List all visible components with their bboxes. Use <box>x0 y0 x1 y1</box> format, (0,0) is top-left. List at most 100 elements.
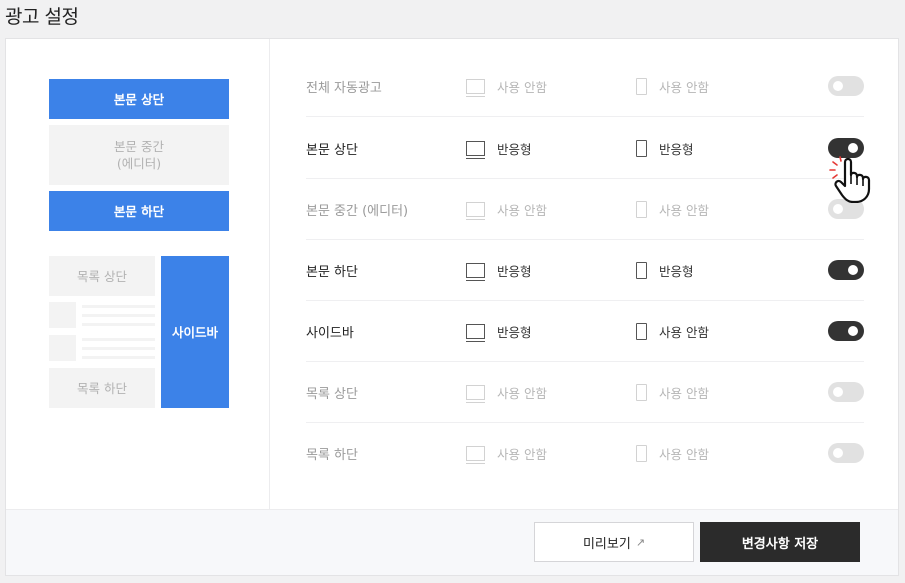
ad-toggle[interactable] <box>828 138 864 158</box>
preview-button[interactable]: 미리보기 ↗ <box>534 522 694 562</box>
monitor-icon <box>466 140 485 159</box>
monitor-icon <box>466 323 485 342</box>
preview-list-line <box>82 338 155 341</box>
ad-toggle[interactable] <box>828 382 864 402</box>
ad-toggle[interactable] <box>828 321 864 341</box>
mobile-setting-value: 사용 안함 <box>659 79 709 95</box>
preview-body-middle-sublabel: (에디터) <box>116 156 162 171</box>
phone-icon <box>636 139 647 157</box>
preview-body-middle-label: 본문 중간 <box>114 139 164 154</box>
mobile-setting[interactable]: 반응형 <box>636 240 694 300</box>
ad-row-name: 사이드바 <box>306 325 354 341</box>
preview-body-middle: 본문 중간 (에디터) <box>49 125 229 185</box>
toggle-knob <box>848 143 858 153</box>
toggle-knob <box>833 387 843 397</box>
preview-body-bottom-label: 본문 하단 <box>113 203 165 219</box>
pc-setting[interactable]: 사용 안함 <box>466 179 547 239</box>
mobile-setting[interactable]: 사용 안함 <box>636 179 709 239</box>
pc-setting-value: 반응형 <box>497 141 532 157</box>
ad-toggle[interactable] <box>828 443 864 463</box>
preview-list-top: 목록 상단 <box>49 256 155 296</box>
ad-row-list-bottom: 목록 하단 사용 안함 사용 안함 <box>306 423 864 484</box>
phone-icon <box>636 77 647 95</box>
mobile-setting[interactable]: 사용 안함 <box>636 423 709 483</box>
preview-list-bottom-label: 목록 하단 <box>77 380 127 396</box>
phone-icon <box>636 383 647 401</box>
mobile-setting[interactable]: 사용 안함 <box>636 362 709 422</box>
preview-body-bottom: 본문 하단 <box>49 191 229 231</box>
phone-icon <box>636 322 647 340</box>
preview-list-top-label: 목록 상단 <box>77 268 127 284</box>
mobile-setting[interactable]: 사용 안함 <box>636 56 709 116</box>
mobile-setting-value: 사용 안함 <box>659 202 709 218</box>
ad-row-body-bottom: 본문 하단 반응형 반응형 <box>306 240 864 301</box>
preview-list-thumb <box>49 302 76 328</box>
mobile-setting-value: 사용 안함 <box>659 385 709 401</box>
ad-toggle[interactable] <box>828 260 864 280</box>
phone-icon <box>636 200 647 218</box>
pc-setting-value: 사용 안함 <box>497 385 547 401</box>
ad-row-name: 목록 상단 <box>306 386 358 402</box>
preview-list-line <box>82 323 155 326</box>
ad-toggle[interactable] <box>828 76 864 96</box>
pc-setting[interactable]: 반응형 <box>466 240 532 300</box>
monitor-icon <box>466 384 485 403</box>
action-footer: 미리보기 ↗ 변경사항 저장 <box>6 509 898 575</box>
phone-icon <box>636 261 647 279</box>
pc-setting[interactable]: 반응형 <box>466 118 532 178</box>
toggle-knob <box>848 265 858 275</box>
ad-position-preview: 본문 상단 본문 중간 (에디터) 본문 하단 목록 상단 목록 하단 사이드바 <box>6 39 270 509</box>
monitor-icon <box>466 262 485 281</box>
page-title: 광고 설정 <box>5 6 79 28</box>
monitor-icon <box>466 445 485 464</box>
mobile-setting[interactable]: 반응형 <box>636 118 694 178</box>
mobile-setting-value: 사용 안함 <box>659 324 709 340</box>
pc-setting-value: 사용 안함 <box>497 202 547 218</box>
ad-row-name: 전체 자동광고 <box>306 80 382 96</box>
ad-row-body-middle: 본문 중간 (에디터) 사용 안함 사용 안함 <box>306 179 864 240</box>
toggle-knob <box>833 204 843 214</box>
pc-setting[interactable]: 반응형 <box>466 301 532 361</box>
preview-list-thumb <box>49 335 76 361</box>
preview-button-label: 미리보기 <box>582 536 631 552</box>
toggle-knob <box>848 326 858 336</box>
monitor-icon <box>466 78 485 97</box>
pc-setting-value: 사용 안함 <box>497 79 547 95</box>
ad-row-name: 본문 하단 <box>306 264 358 280</box>
toggle-knob <box>833 448 843 458</box>
ad-row-auto: 전체 자동광고 사용 안함 사용 안함 <box>306 56 864 117</box>
preview-list-line <box>82 356 155 359</box>
preview-list-line <box>82 305 155 308</box>
ad-row-sidebar: 사이드바 반응형 사용 안함 <box>306 301 864 362</box>
pc-setting-value: 사용 안함 <box>497 446 547 462</box>
preview-list-line <box>82 314 155 317</box>
pc-setting[interactable]: 사용 안함 <box>466 56 547 116</box>
ad-settings-panel: 본문 상단 본문 중간 (에디터) 본문 하단 목록 상단 목록 하단 사이드바… <box>5 38 899 576</box>
toggle-knob <box>833 81 843 91</box>
monitor-icon <box>466 201 485 220</box>
mobile-setting-value: 사용 안함 <box>659 446 709 462</box>
ad-row-body-top: 본문 상단 반응형 반응형 <box>306 118 864 179</box>
ad-row-name: 본문 중간 (에디터) <box>306 203 409 219</box>
mobile-setting-value: 반응형 <box>659 141 694 157</box>
ad-row-name: 목록 하단 <box>306 447 358 463</box>
mobile-setting[interactable]: 사용 안함 <box>636 301 709 361</box>
ad-row-list-top: 목록 상단 사용 안함 사용 안함 <box>306 362 864 423</box>
preview-list-bottom: 목록 하단 <box>49 368 155 408</box>
ad-toggle[interactable] <box>828 199 864 219</box>
save-changes-button[interactable]: 변경사항 저장 <box>700 522 860 562</box>
pc-setting[interactable]: 사용 안함 <box>466 423 547 483</box>
preview-list-line <box>82 347 155 350</box>
preview-body-top-label: 본문 상단 <box>113 91 165 107</box>
preview-sidebar: 사이드바 <box>161 256 229 408</box>
save-button-label: 변경사항 저장 <box>741 536 819 552</box>
preview-sidebar-label: 사이드바 <box>171 324 218 340</box>
phone-icon <box>636 444 647 462</box>
external-link-icon: ↗ <box>635 535 646 549</box>
mobile-setting-value: 반응형 <box>659 263 694 279</box>
pc-setting[interactable]: 사용 안함 <box>466 362 547 422</box>
preview-body-top: 본문 상단 <box>49 79 229 119</box>
pc-setting-value: 반응형 <box>497 324 532 340</box>
ad-row-name: 본문 상단 <box>306 142 358 158</box>
pc-setting-value: 반응형 <box>497 263 532 279</box>
